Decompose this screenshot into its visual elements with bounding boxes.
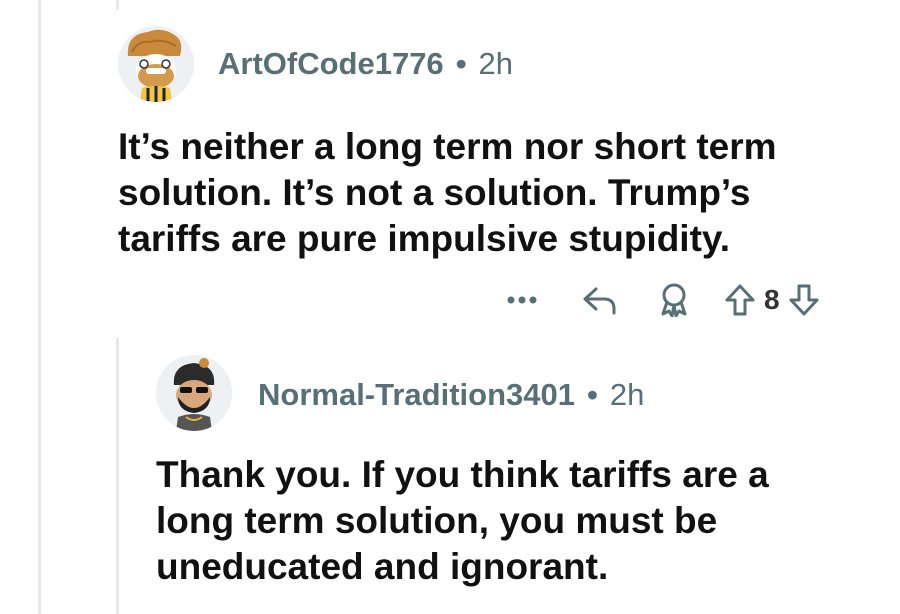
thread-line-reply[interactable] <box>116 338 119 614</box>
timestamp[interactable]: 2h <box>479 46 513 82</box>
award-icon[interactable] <box>654 283 694 317</box>
downvote-icon[interactable] <box>786 283 822 317</box>
comment-line: solution. It’s not a solution. Trump’s <box>118 172 751 213</box>
comment-header: ArtOfCode1776 • 2h <box>218 46 513 82</box>
comment-line: Thank you. If you think tariffs are a <box>156 454 769 495</box>
upvote-icon[interactable] <box>722 283 758 317</box>
username-link[interactable]: ArtOfCode1776 <box>218 46 444 82</box>
thread-line-outer[interactable] <box>38 0 41 614</box>
comment-header: Normal-Tradition3401 • 2h <box>258 377 644 413</box>
comment-line: tariffs are pure impulsive stupidity. <box>118 218 731 259</box>
avatar[interactable] <box>156 355 232 431</box>
vote-count: 8 <box>764 284 780 315</box>
avatar[interactable] <box>118 26 194 102</box>
separator-dot: • <box>455 46 467 81</box>
comment-body: It’s neither a long term nor short term … <box>118 124 777 262</box>
username-link[interactable]: Normal-Tradition3401 <box>258 377 575 413</box>
reply-icon[interactable] <box>580 285 620 315</box>
comment-actions: 8 <box>500 280 822 320</box>
separator-dot: • <box>586 377 598 412</box>
user-avatar-icon <box>118 26 194 102</box>
timestamp[interactable]: 2h <box>610 377 644 413</box>
comment-line: It’s neither a long term nor short term <box>118 126 777 167</box>
comment-body: Thank you. If you think tariffs are a lo… <box>156 452 769 590</box>
thread-line-top <box>116 0 119 10</box>
comment-line: uneducated and ignorant. <box>156 546 609 587</box>
comment-line: long term solution, you must be <box>156 500 718 541</box>
more-options-icon[interactable] <box>500 295 544 305</box>
user-avatar-icon <box>156 355 232 431</box>
